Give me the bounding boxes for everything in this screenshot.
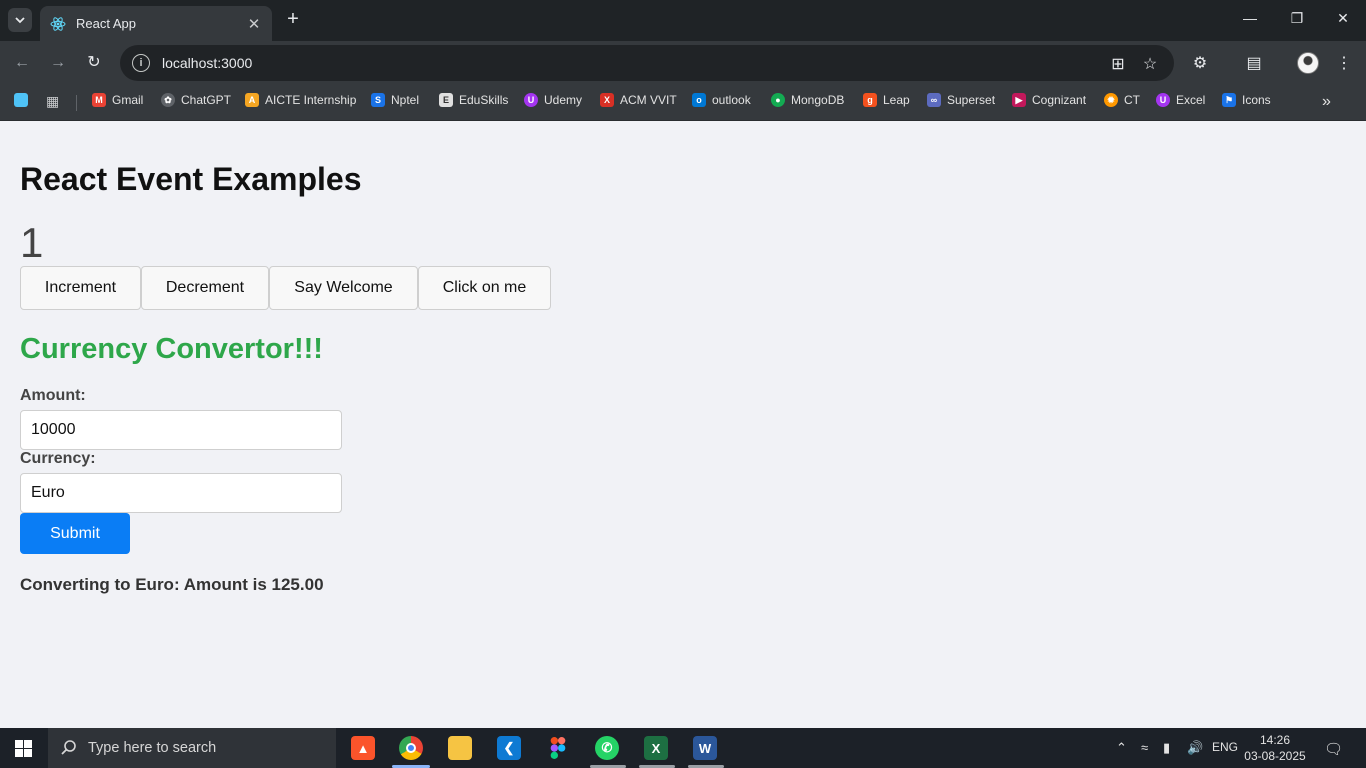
url-text[interactable]: localhost:3000 — [162, 55, 252, 71]
bookmark-cognizant[interactable]: ▶ Cognizant — [1012, 93, 1086, 107]
bookmark-excel[interactable]: U Excel — [1156, 93, 1205, 107]
bookmark-udemy[interactable]: U Udemy — [524, 93, 582, 107]
bookmark-gmail[interactable]: M Gmail — [92, 93, 143, 107]
tray-overflow-icon[interactable]: ⌃ — [1116, 740, 1127, 756]
site-info-icon[interactable]: i — [132, 54, 150, 72]
gmail-icon: M — [92, 93, 106, 107]
vscode-icon[interactable]: ❮ — [497, 736, 521, 760]
bookmark-star-icon[interactable]: ☆ — [1140, 54, 1160, 74]
excel-bookmark-icon: U — [1156, 93, 1170, 107]
bookmark-icons[interactable]: ⚑ Icons — [1222, 93, 1271, 107]
language-indicator[interactable]: ENG — [1212, 740, 1238, 754]
bookmark-acm[interactable]: X ACM VVIT — [600, 93, 677, 107]
new-tab-button[interactable]: + — [282, 9, 304, 31]
wifi-icon[interactable]: ≈ — [1141, 740, 1148, 755]
counter-value: 1 — [20, 219, 44, 266]
udemy-icon: U — [524, 93, 538, 107]
leap-icon: g — [863, 93, 877, 107]
browser-tab[interactable]: React App ✕ — [40, 6, 272, 41]
figma-icon[interactable] — [546, 736, 570, 760]
amount-label: Amount: — [20, 387, 86, 404]
bookmark-superset[interactable]: ∞ Superset — [927, 93, 995, 107]
react-app-page: React Event Examples 1 Increment Decreme… — [0, 121, 1366, 728]
back-icon[interactable]: ← — [12, 53, 32, 73]
ct-icon: ✹ — [1104, 93, 1118, 107]
currency-label: Currency: — [20, 450, 96, 467]
bookmark-separator — [76, 95, 77, 111]
menu-dots-icon[interactable]: ⋮ — [1334, 54, 1354, 74]
side-panel-icon[interactable]: ▤ — [1244, 54, 1264, 74]
notifications-icon[interactable]: 🗨 — [1324, 740, 1343, 758]
forward-icon[interactable]: → — [48, 53, 68, 73]
tab-title: React App — [76, 16, 136, 31]
battery-icon[interactable]: ▮ — [1163, 740, 1170, 756]
address-bar[interactable]: i localhost:3000 ⊞ ☆ — [120, 45, 1174, 81]
brave-icon[interactable]: ▲ — [351, 736, 375, 760]
currency-input[interactable] — [20, 473, 342, 513]
chrome-icon[interactable] — [399, 736, 423, 760]
window-close-icon[interactable]: ✕ — [1333, 10, 1353, 27]
cognizant-icon: ▶ — [1012, 93, 1026, 107]
converter-title: Currency Convertor!!! — [20, 333, 323, 365]
acm-icon: X — [600, 93, 614, 107]
nptel-icon: S — [371, 93, 385, 107]
restore-icon[interactable]: ❐ — [1287, 10, 1307, 27]
windows-start-icon[interactable] — [15, 740, 32, 757]
figma-logo — [550, 737, 566, 759]
page-title: React Event Examples — [20, 161, 362, 197]
tab-search-button[interactable] — [8, 8, 32, 32]
react-icon — [50, 16, 66, 31]
bookmark-outlook[interactable]: o outlook — [692, 93, 751, 107]
profile-avatar[interactable] — [1297, 52, 1319, 74]
reload-icon[interactable]: ↻ — [84, 53, 104, 73]
say-welcome-button[interactable]: Say Welcome — [269, 266, 418, 310]
apps-grid[interactable]: ▦ — [46, 93, 59, 110]
submit-button[interactable]: Submit — [20, 513, 130, 554]
install-app-icon[interactable]: ⊞ — [1108, 54, 1128, 74]
taskbar-clock[interactable]: 14:26 03-08-2025 — [1244, 732, 1306, 764]
icons-bookmark-icon: ⚑ — [1222, 93, 1236, 107]
tab-close-icon[interactable]: ✕ — [246, 15, 262, 33]
clock-date: 03-08-2025 — [1244, 749, 1306, 763]
amount-input[interactable] — [20, 410, 342, 450]
outlook-icon: o — [692, 93, 706, 107]
aicte-icon: A — [245, 93, 259, 107]
bookmark-ct[interactable]: ✹ CT — [1104, 93, 1140, 107]
whatsapp-icon[interactable]: ✆ — [595, 736, 619, 760]
clock-time: 14:26 — [1259, 733, 1291, 747]
bookmarks-overflow-icon[interactable]: » — [1322, 93, 1331, 111]
file-explorer-icon[interactable] — [448, 736, 472, 760]
conversion-result: Converting to Euro: Amount is 125.00 — [20, 575, 324, 594]
app-square-icon — [14, 93, 28, 107]
mongodb-icon: ● — [771, 93, 785, 107]
volume-icon[interactable]: 🔊 — [1187, 740, 1203, 756]
click-on-me-button[interactable]: Click on me — [418, 266, 551, 310]
extensions-icon[interactable]: ⚙ — [1190, 54, 1210, 74]
grid-icon: ▦ — [46, 93, 60, 109]
bookmark-chatgpt[interactable]: ✿ ChatGPT — [161, 93, 231, 107]
superset-icon: ∞ — [927, 93, 941, 107]
search-icon — [61, 740, 76, 755]
bookmark-leap[interactable]: g Leap — [863, 93, 910, 107]
bookmark-aicte[interactable]: A AICTE Internship — [245, 93, 356, 107]
browser-toolbar: ← → ↻ i localhost:3000 ⊞ ☆ ⚙ ▤ ⋮ — [0, 41, 1366, 85]
eduskills-icon: E — [439, 93, 453, 107]
bookmarks-bar: ▦ M Gmail ✿ ChatGPT A AICTE Internship S Npt… — [0, 85, 1366, 121]
tab-strip: React App ✕ + — ❐ ✕ — [0, 0, 1366, 41]
increment-button[interactable]: Increment — [20, 266, 141, 310]
windows-taskbar: Type here to search ▲ ❮ ✆ X W ⌃ ≈ ▮ 🔊 EN… — [0, 728, 1366, 768]
chatgpt-icon: ✿ — [161, 93, 175, 107]
taskbar-search[interactable]: Type here to search — [48, 728, 336, 768]
bookmark-nptel[interactable]: S Nptel — [371, 93, 419, 107]
minimize-icon[interactable]: — — [1240, 10, 1260, 26]
bookmark-eduskills[interactable]: E EduSkills — [439, 93, 508, 107]
excel-icon[interactable]: X — [644, 736, 668, 760]
search-placeholder: Type here to search — [88, 740, 217, 756]
bookmark-mongodb[interactable]: ● MongoDB — [771, 93, 844, 107]
decrement-button[interactable]: Decrement — [141, 266, 269, 310]
apps-shortcut[interactable] — [14, 93, 34, 107]
chevron-down-icon — [15, 17, 25, 24]
word-icon[interactable]: W — [693, 736, 717, 760]
